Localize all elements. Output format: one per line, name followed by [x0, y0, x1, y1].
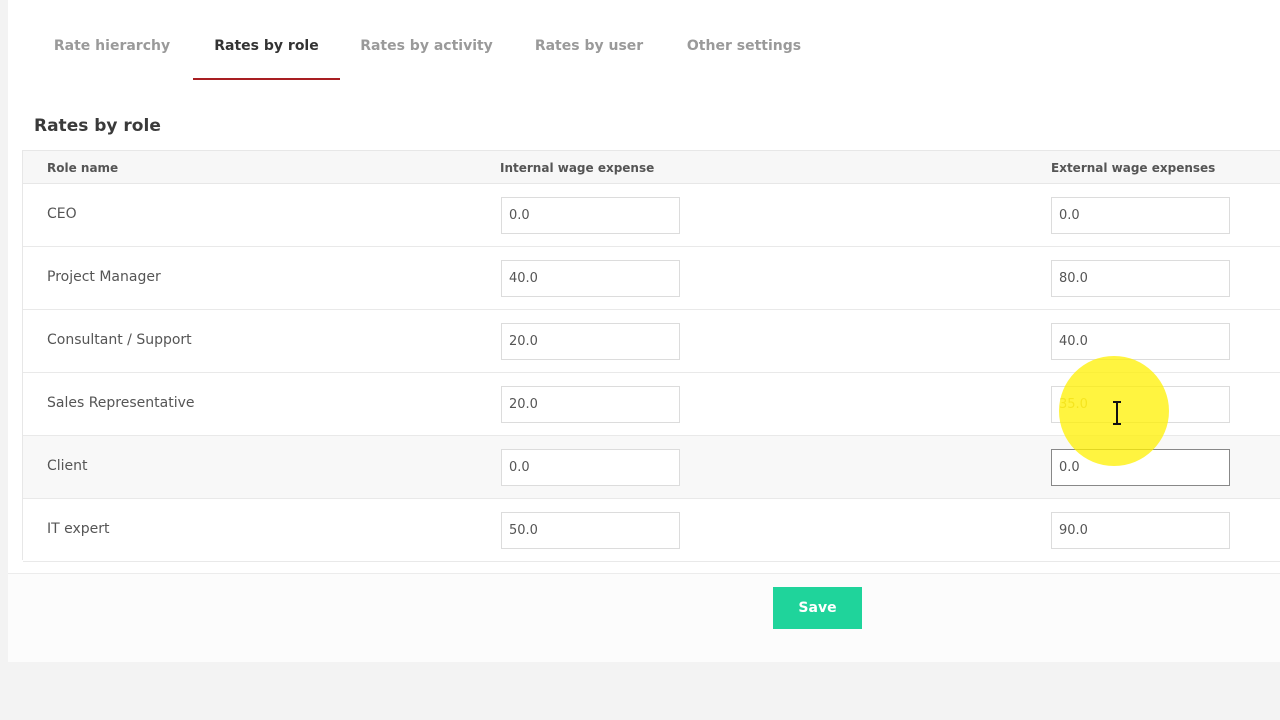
internal-wage-input[interactable] [501, 323, 680, 360]
tab-rate-hierarchy[interactable]: Rate hierarchy [42, 38, 182, 80]
tab-other-settings[interactable]: Other settings [675, 38, 813, 80]
external-wage-input[interactable] [1051, 260, 1230, 297]
tab-rates-by-user[interactable]: Rates by user [526, 38, 652, 80]
internal-wage-input[interactable] [501, 386, 680, 423]
tab-rates-by-activity[interactable]: Rates by activity [348, 38, 505, 80]
section-title: Rates by role [34, 116, 161, 136]
internal-wage-input[interactable] [501, 512, 680, 549]
external-wage-input[interactable] [1051, 512, 1230, 549]
header-role-name: Role name [47, 161, 119, 175]
external-wage-input[interactable] [1051, 449, 1230, 486]
role-name: IT expert [47, 521, 110, 537]
tab-bar: Rate hierarchy Rates by role Rates by ac… [8, 0, 1280, 80]
footer-bar [8, 573, 1280, 662]
role-name: Sales Representative [47, 395, 195, 411]
role-name: Consultant / Support [47, 332, 192, 348]
external-wage-input[interactable] [1051, 197, 1230, 234]
table-row: Sales Representative [23, 373, 1280, 436]
settings-page: Rate hierarchy Rates by role Rates by ac… [8, 0, 1280, 662]
rates-table: Role name Internal wage expense External… [22, 150, 1280, 562]
internal-wage-input[interactable] [501, 197, 680, 234]
table-row: Project Manager [23, 247, 1280, 310]
external-wage-input[interactable] [1051, 323, 1230, 360]
table-header: Role name Internal wage expense External… [23, 150, 1280, 184]
table-row: Consultant / Support [23, 310, 1280, 373]
role-name: CEO [47, 206, 77, 222]
table-row: IT expert [23, 499, 1280, 562]
external-wage-input[interactable] [1051, 386, 1230, 423]
table-row: CEO [23, 184, 1280, 247]
role-name: Project Manager [47, 269, 161, 285]
role-name: Client [47, 458, 88, 474]
internal-wage-input[interactable] [501, 449, 680, 486]
header-external-wage: External wage expenses [1051, 161, 1216, 175]
save-button[interactable]: Save [773, 587, 862, 629]
internal-wage-input[interactable] [501, 260, 680, 297]
tab-rates-by-role[interactable]: Rates by role [193, 38, 340, 80]
table-row: Client [23, 436, 1280, 499]
header-internal-wage: Internal wage expense [500, 161, 655, 175]
